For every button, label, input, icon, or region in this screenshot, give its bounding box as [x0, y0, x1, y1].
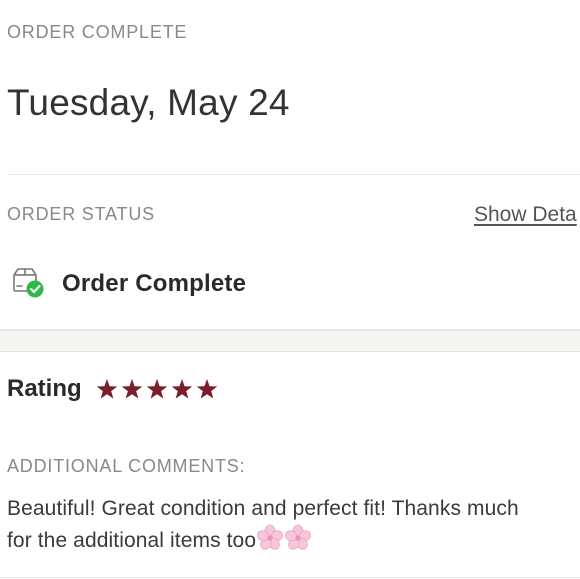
rating-label: Rating — [7, 375, 82, 402]
star-icon — [146, 379, 167, 399]
cherry-blossom-icon — [257, 524, 284, 550]
section-divider — [7, 174, 580, 175]
order-date-title: Tuesday, May 24 — [7, 82, 290, 123]
order-status-label: Order Complete — [62, 270, 247, 297]
order-status-eyebrow: ORDER STATUS — [7, 204, 155, 224]
star-icon — [121, 379, 142, 399]
star-icon — [196, 379, 217, 399]
additional-comments-eyebrow: ADDITIONAL COMMENTS: — [7, 456, 246, 476]
package-check-icon — [10, 267, 46, 301]
star-icon — [96, 379, 117, 399]
rating-stars — [96, 378, 218, 400]
star-icon — [171, 379, 192, 399]
show-details-link[interactable]: Show Deta — [474, 203, 577, 227]
comment-text: Beautiful! Great condition and perfect f… — [7, 494, 580, 556]
order-details-page: ORDER COMPLETE Tuesday, May 24 ORDER STA… — [0, 0, 580, 579]
cherry-blossom-icon — [285, 524, 312, 550]
section-band — [0, 330, 580, 352]
order-status-row: Order Complete — [10, 264, 246, 304]
section-divider — [0, 577, 580, 578]
rating-row: Rating — [7, 373, 218, 405]
cherry-blossom-emojis — [256, 524, 312, 552]
order-complete-eyebrow: ORDER COMPLETE — [7, 22, 188, 42]
